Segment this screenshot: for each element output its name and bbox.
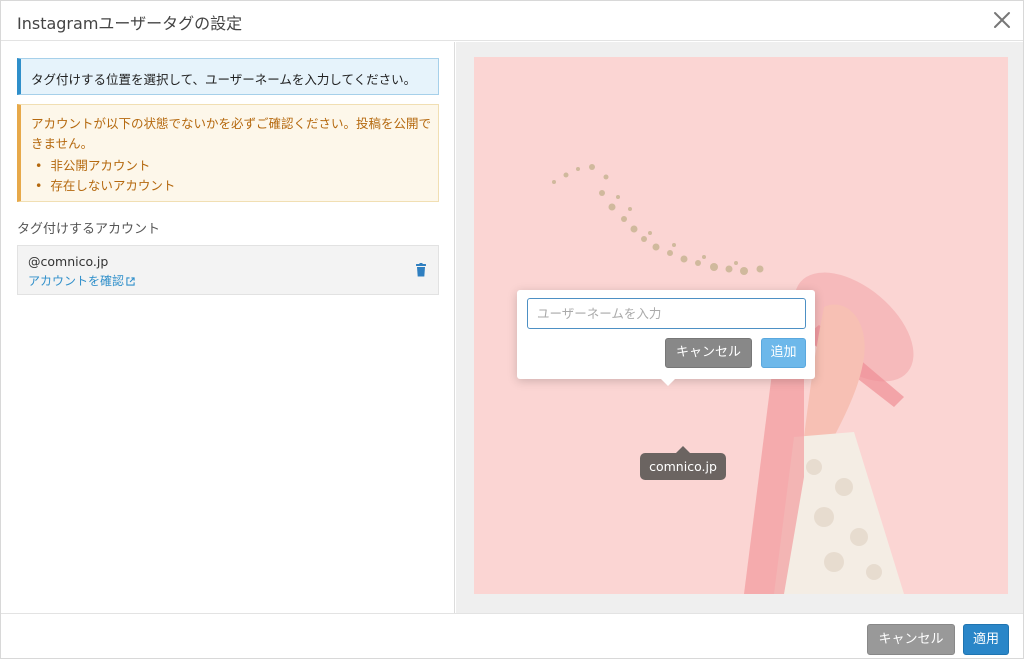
tagged-account-row: @comnico.jp アカウントを確認: [17, 245, 439, 295]
account-handle: @comnico.jp: [28, 254, 109, 269]
left-panel: タグ付けする位置を選択して、ユーザーネームを入力してください。 アカウントが以下…: [1, 42, 455, 613]
trash-icon[interactable]: [416, 263, 426, 277]
cancel-button[interactable]: キャンセル: [867, 624, 955, 655]
dialog-title: Instagramユーザータグの設定: [17, 14, 243, 33]
warning-list: 非公開アカウント 存在しないアカウント: [31, 156, 175, 196]
dialog-header: Instagramユーザータグの設定: [1, 1, 1023, 41]
check-account-link-label: アカウントを確認: [28, 274, 125, 288]
close-icon[interactable]: [991, 9, 1013, 31]
warning-text: アカウントが以下の状態でないかを必ずご確認ください。投稿を公開できません。: [31, 116, 432, 151]
check-account-link[interactable]: アカウントを確認: [28, 272, 135, 289]
external-link-icon: [126, 277, 135, 286]
apply-button[interactable]: 適用: [963, 624, 1009, 655]
popup-cancel-button[interactable]: キャンセル: [665, 338, 752, 368]
warning-item-nonexistent: 存在しないアカウント: [31, 176, 175, 196]
tagged-accounts-label: タグ付けするアカウント: [17, 222, 161, 237]
dialog-footer: キャンセル 適用: [1, 613, 1023, 658]
user-tag-marker[interactable]: comnico.jp: [640, 446, 726, 480]
popup-add-button[interactable]: 追加: [761, 338, 806, 368]
info-notice: タグ付けする位置を選択して、ユーザーネームを入力してください。: [17, 58, 439, 95]
info-notice-text: タグ付けする位置を選択して、ユーザーネームを入力してください。: [31, 72, 417, 87]
warning-notice: アカウントが以下の状態でないかを必ずご確認ください。投稿を公開できません。 非公…: [17, 104, 439, 202]
username-input[interactable]: [527, 298, 806, 329]
warning-item-private: 非公開アカウント: [31, 156, 175, 176]
tag-settings-dialog: Instagramユーザータグの設定 タグ付けする位置を選択して、ユーザーネーム…: [0, 0, 1024, 659]
tag-input-popup: キャンセル 追加: [517, 290, 815, 386]
